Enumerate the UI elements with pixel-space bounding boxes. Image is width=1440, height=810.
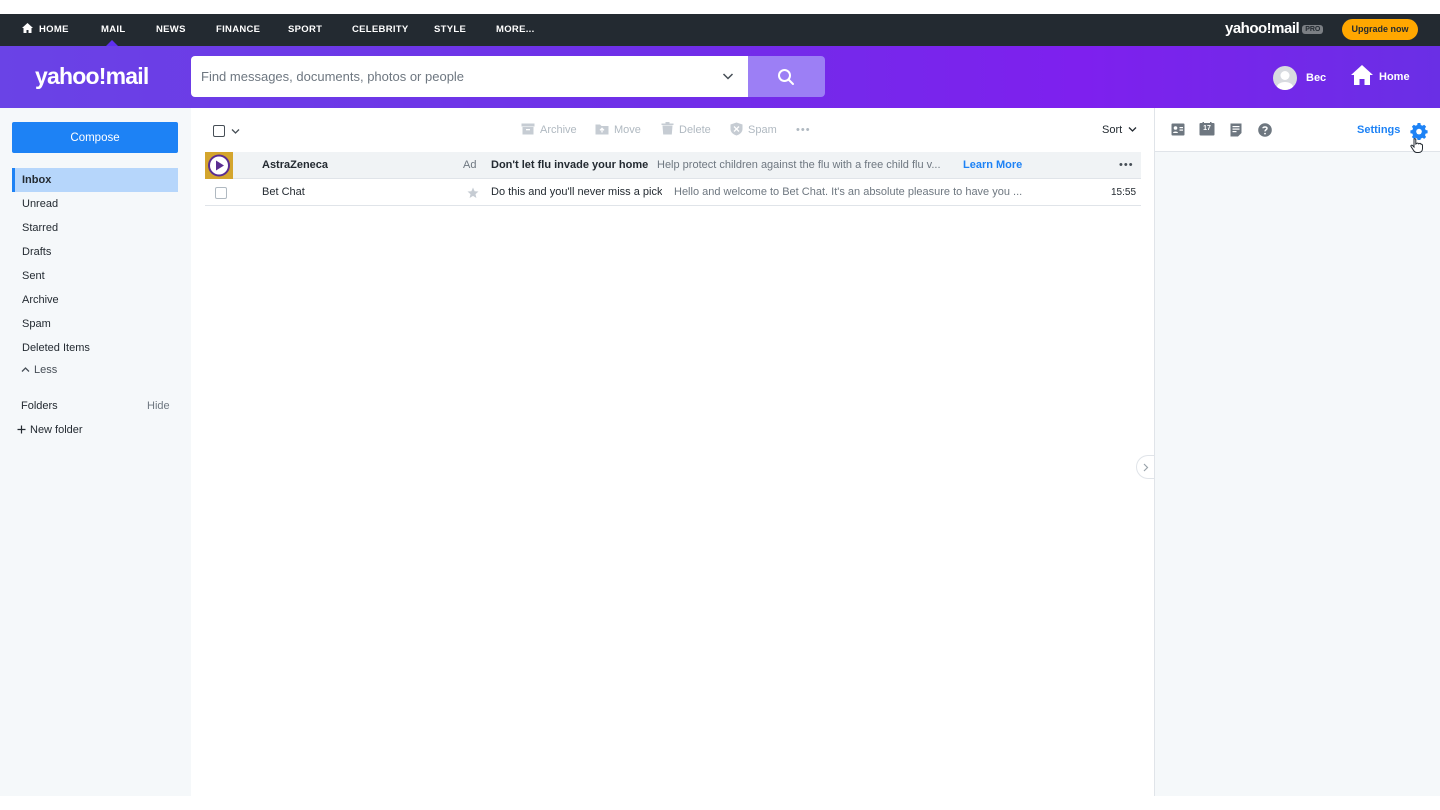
sidebar-item-sent[interactable]: Sent [12, 264, 178, 288]
avatar [1273, 66, 1297, 91]
message-subject: Don't let flu invade your home [491, 159, 649, 171]
compose-button[interactable]: Compose [12, 122, 178, 153]
expand-pane-button[interactable] [1136, 455, 1154, 479]
spam-button[interactable]: Spam [730, 122, 777, 136]
search-input[interactable] [201, 56, 711, 97]
right-pane-toolbar: 17 Settings [1155, 108, 1440, 153]
nav-style[interactable]: STYLE [434, 14, 466, 46]
home-icon [1351, 65, 1373, 86]
message-snippet: Hello and welcome to Bet Chat. It's an a… [674, 186, 1023, 198]
chevron-up-icon [21, 366, 30, 372]
learn-more-link[interactable]: Learn More [963, 152, 1022, 179]
calendar-day: 17 [1203, 125, 1211, 132]
nav-news[interactable]: NEWS [156, 14, 186, 46]
trash-icon [661, 122, 674, 135]
mail-header: yahoo!mail Bec Home [0, 46, 1440, 108]
nav-logo-text: yahoo!mail [1225, 20, 1300, 37]
more-actions-button[interactable]: ••• [796, 124, 811, 136]
sidebar-item-unread[interactable]: Unread [12, 192, 178, 216]
sidebar: Compose Inbox Unread Starred Drafts Sent… [0, 108, 191, 796]
user-profile[interactable]: Bec [1273, 66, 1327, 91]
message-list-pane: Archive Move Delete Spam ••• Sort AstraZ… [191, 108, 1154, 796]
nav-home[interactable]: HOME [22, 14, 69, 46]
plus-icon [17, 425, 26, 434]
ad-message-row[interactable]: AstraZeneca Ad Don't let flu invade your… [205, 152, 1141, 179]
mail-window: HOME MAIL NEWS FINANCE SPORT CELEBRITY S… [0, 14, 1440, 796]
message-subject: Do this and you'll never miss a pick [491, 186, 663, 198]
home-label: Home [1379, 71, 1410, 83]
contacts-icon[interactable] [1171, 123, 1185, 136]
pro-badge: PRO [1302, 24, 1324, 34]
delete-label: Delete [679, 124, 711, 136]
search-box [191, 56, 748, 97]
move-label: Move [614, 124, 641, 136]
move-folder-icon [595, 124, 609, 135]
settings-link[interactable]: Settings [1357, 124, 1400, 136]
folders-hide-link[interactable]: Hide [147, 400, 170, 412]
sort-label: Sort [1102, 124, 1123, 136]
user-silhouette-icon [1277, 71, 1293, 91]
shield-icon [730, 122, 743, 136]
archive-label: Archive [540, 124, 577, 136]
right-side-pane: 17 Settings [1154, 108, 1440, 796]
nav-finance[interactable]: FINANCE [216, 14, 260, 46]
less-toggle[interactable]: Less [21, 364, 57, 376]
search-icon [778, 69, 794, 85]
message-snippet: Help protect children against the flu wi… [657, 159, 941, 171]
ad-play-thumbnail [205, 152, 233, 179]
sidebar-item-drafts[interactable]: Drafts [12, 240, 178, 264]
ad-label: Ad [463, 159, 477, 171]
delete-button[interactable]: Delete [661, 122, 711, 136]
nav-more[interactable]: MORE... [496, 14, 535, 46]
new-folder-label: New folder [30, 424, 83, 436]
chevron-down-icon[interactable] [231, 128, 240, 135]
message-toolbar: Archive Move Delete Spam ••• Sort [191, 108, 1154, 152]
upgrade-now-button[interactable]: Upgrade now [1342, 19, 1418, 40]
sidebar-item-starred[interactable]: Starred [12, 216, 178, 240]
message-row[interactable]: Bet Chat Do this and you'll never miss a… [205, 179, 1141, 206]
nav-sport[interactable]: SPORT [288, 14, 322, 46]
chevron-down-icon [1128, 126, 1137, 132]
ad-more-button[interactable]: ••• [1119, 152, 1134, 179]
nav-home-label: HOME [39, 24, 69, 35]
hand-cursor-icon [1410, 138, 1423, 153]
yahoo-mail-pro-logo[interactable]: yahoo!mail PRO [1225, 20, 1324, 37]
star-icon[interactable] [467, 187, 479, 199]
new-folder-button[interactable]: New folder [17, 424, 83, 436]
folders-heading: Folders [21, 400, 58, 412]
chevron-right-icon [1143, 463, 1149, 472]
message-checkbox[interactable] [215, 187, 227, 199]
yahoo-mail-logo[interactable]: yahoo!mail [35, 63, 149, 90]
message-time: 15:55 [1111, 187, 1137, 198]
spam-label: Spam [748, 124, 777, 136]
less-label: Less [34, 364, 58, 376]
sidebar-item-deleted[interactable]: Deleted Items [12, 336, 178, 360]
notepad-icon[interactable] [1230, 123, 1242, 137]
help-icon[interactable] [1258, 123, 1272, 137]
chevron-down-icon[interactable] [722, 71, 734, 81]
top-nav-bar: HOME MAIL NEWS FINANCE SPORT CELEBRITY S… [0, 14, 1440, 46]
select-all-checkbox[interactable] [213, 125, 225, 137]
search-button[interactable] [748, 56, 825, 97]
archive-icon [521, 123, 535, 135]
home-icon [22, 22, 33, 33]
archive-button[interactable]: Archive [521, 123, 577, 136]
calendar-icon[interactable]: 17 [1199, 122, 1215, 136]
sort-button[interactable]: Sort [1102, 124, 1137, 136]
user-name: Bec [1306, 72, 1327, 84]
move-button[interactable]: Move [595, 124, 641, 136]
home-link[interactable]: Home [1351, 65, 1410, 89]
nav-celebrity[interactable]: CELEBRITY [352, 14, 409, 46]
message-sender: Bet Chat [262, 186, 305, 198]
sidebar-item-archive[interactable]: Archive [12, 288, 178, 312]
sidebar-item-spam[interactable]: Spam [12, 312, 178, 336]
message-sender: AstraZeneca [262, 159, 329, 171]
sidebar-item-inbox[interactable]: Inbox [12, 168, 178, 192]
